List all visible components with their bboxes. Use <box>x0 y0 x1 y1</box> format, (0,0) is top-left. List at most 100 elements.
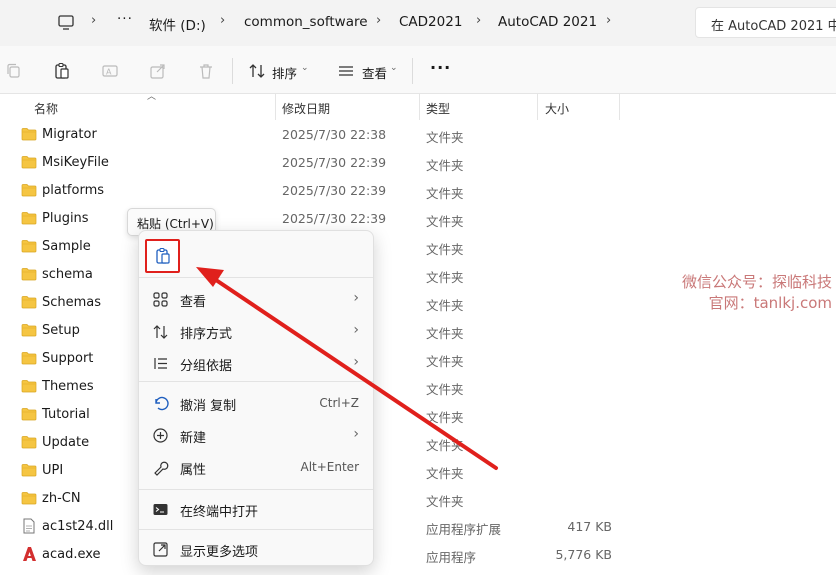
file-name: acad.exe <box>42 547 101 562</box>
chevron-right-icon[interactable]: › <box>606 13 611 28</box>
file-type: 文件夹 <box>426 326 464 341</box>
delete-icon[interactable] <box>197 62 215 80</box>
column-header-name[interactable]: 名称 <box>34 100 58 117</box>
copy-icon[interactable] <box>5 62 23 80</box>
rename-icon[interactable]: A <box>101 62 119 80</box>
menu-item-label: 撤消 复制 <box>180 399 237 414</box>
breadcrumb-cad2021[interactable]: CAD2021 <box>399 14 462 30</box>
file-row[interactable]: Setup 文件夹 <box>0 317 836 345</box>
column-divider[interactable] <box>537 94 538 120</box>
chevron-down-icon[interactable]: ⌄ <box>301 63 309 73</box>
file-name: Setup <box>42 323 80 338</box>
column-divider[interactable] <box>419 94 420 120</box>
file-type: 文件夹 <box>426 214 464 229</box>
file-row[interactable]: platforms 2025/7/30 22:39 文件夹 <box>0 177 836 205</box>
chevron-right-icon[interactable]: › <box>476 13 481 28</box>
sort-icon[interactable] <box>248 62 266 80</box>
file-row[interactable]: Update 文件夹 <box>0 429 836 457</box>
file-name: ac1st24.dll <box>42 519 114 534</box>
context-menu-item[interactable]: 查看 › <box>139 283 373 315</box>
breadcrumb-common-software[interactable]: common_software <box>244 14 368 30</box>
sort-icon <box>152 323 169 340</box>
menu-item-label: 显示更多选项 <box>180 545 259 560</box>
file-date: 2025/7/30 22:39 <box>282 183 387 198</box>
file-name: platforms <box>42 183 105 198</box>
file-type: 应用程序扩展 <box>426 522 502 537</box>
context-menu-item[interactable]: 排序方式 › <box>139 315 373 347</box>
paste-icon[interactable] <box>53 62 71 80</box>
file-row[interactable]: Support 文件夹 <box>0 345 836 373</box>
sort-button[interactable]: 排序 <box>272 63 297 82</box>
context-menu-item[interactable]: 分组依据 › <box>139 347 373 379</box>
menu-item-label: 分组依据 <box>180 359 233 374</box>
chevron-right-icon[interactable]: › <box>91 13 96 28</box>
view-lines-icon[interactable] <box>337 62 355 80</box>
menu-separator <box>139 277 373 278</box>
file-name: Sample <box>42 239 91 254</box>
column-header-size[interactable]: 大小 <box>545 100 569 117</box>
context-menu-item[interactable]: 在终端中打开 <box>139 493 373 525</box>
svg-text:A: A <box>106 68 112 77</box>
context-menu-item[interactable]: 显示更多选项 <box>139 533 373 565</box>
folder-icon <box>21 211 37 225</box>
file-type: 文件夹 <box>426 186 464 201</box>
computer-icon[interactable] <box>57 13 75 31</box>
context-menu-quick-actions <box>139 231 373 279</box>
menu-item-label: 属性 <box>180 463 207 478</box>
folder-icon <box>21 183 37 197</box>
file-row[interactable]: Plugins 2025/7/30 22:39 文件夹 <box>0 205 836 233</box>
file-row[interactable]: acad.exe 应用程序 5,776 KB <box>0 541 836 569</box>
terminal-icon <box>152 501 169 518</box>
toolbar-divider <box>232 58 233 84</box>
file-row[interactable]: MsiKeyFile 2025/7/30 22:39 文件夹 <box>0 149 836 177</box>
file-row[interactable]: zh-CN 文件夹 <box>0 485 836 513</box>
file-row[interactable]: Sample 文件夹 <box>0 233 836 261</box>
sort-ascending-icon: ︿ <box>147 92 157 102</box>
paste-button[interactable] <box>145 239 180 273</box>
column-divider[interactable] <box>275 94 276 120</box>
file-type: 文件夹 <box>426 130 464 145</box>
folder-icon <box>21 267 37 281</box>
breadcrumb-more[interactable]: ··· <box>117 11 133 27</box>
chevron-down-icon[interactable]: ⌄ <box>390 63 398 73</box>
search-box[interactable]: 在 AutoCAD 2021 中 <box>695 7 836 38</box>
file-row[interactable]: UPI 文件夹 <box>0 457 836 485</box>
breadcrumb-autocad2021[interactable]: AutoCAD 2021 <box>498 14 597 30</box>
file-row[interactable]: ac1st24.dll 应用程序扩展 417 KB <box>0 513 836 541</box>
paste-icon <box>156 247 170 264</box>
command-bar: A 排序 ⌄ 查看 ⌄ ··· <box>0 46 836 94</box>
column-divider[interactable] <box>619 94 620 120</box>
file-name: Migrator <box>42 127 97 142</box>
breadcrumb-drive[interactable]: 软件 (D:) <box>149 14 206 34</box>
context-menu-item[interactable]: 撤消 复制 Ctrl+Z <box>139 387 373 419</box>
file-row[interactable]: Tutorial 文件夹 <box>0 401 836 429</box>
context-menu-item[interactable]: 新建 › <box>139 419 373 451</box>
chevron-right-icon[interactable]: › <box>220 13 225 28</box>
view-button[interactable]: 查看 <box>362 63 387 82</box>
file-type: 文件夹 <box>426 354 464 369</box>
share-icon[interactable] <box>149 62 167 80</box>
more-options-button[interactable]: ··· <box>430 58 451 77</box>
menu-item-label: 排序方式 <box>180 327 233 342</box>
wrench-icon <box>152 459 169 476</box>
column-header-date[interactable]: 修改日期 <box>282 100 330 117</box>
context-menu-item[interactable]: 属性 Alt+Enter <box>139 451 373 483</box>
file-row[interactable]: Themes 文件夹 <box>0 373 836 401</box>
menu-separator <box>139 489 373 490</box>
file-type: 文件夹 <box>426 438 464 453</box>
column-header-type[interactable]: 类型 <box>426 100 450 117</box>
file-row[interactable]: Migrator 2025/7/30 22:38 文件夹 <box>0 121 836 149</box>
folder-icon <box>21 351 37 365</box>
grid-icon <box>152 291 169 308</box>
chevron-right-icon: › <box>353 322 359 338</box>
watermark-line-2: 官网：tanlkj.com <box>708 294 832 312</box>
chevron-right-icon[interactable]: › <box>376 13 381 28</box>
folder-icon <box>21 379 37 393</box>
menu-separator <box>139 381 373 382</box>
menu-item-label: 新建 <box>180 431 207 446</box>
folder-icon <box>21 435 37 449</box>
file-type: 文件夹 <box>426 494 464 509</box>
file-date: 2025/7/30 22:39 <box>282 155 387 170</box>
menu-item-shortcut: Alt+Enter <box>300 460 359 474</box>
watermark-line-1: 微信公众号：探临科技 <box>681 273 832 291</box>
